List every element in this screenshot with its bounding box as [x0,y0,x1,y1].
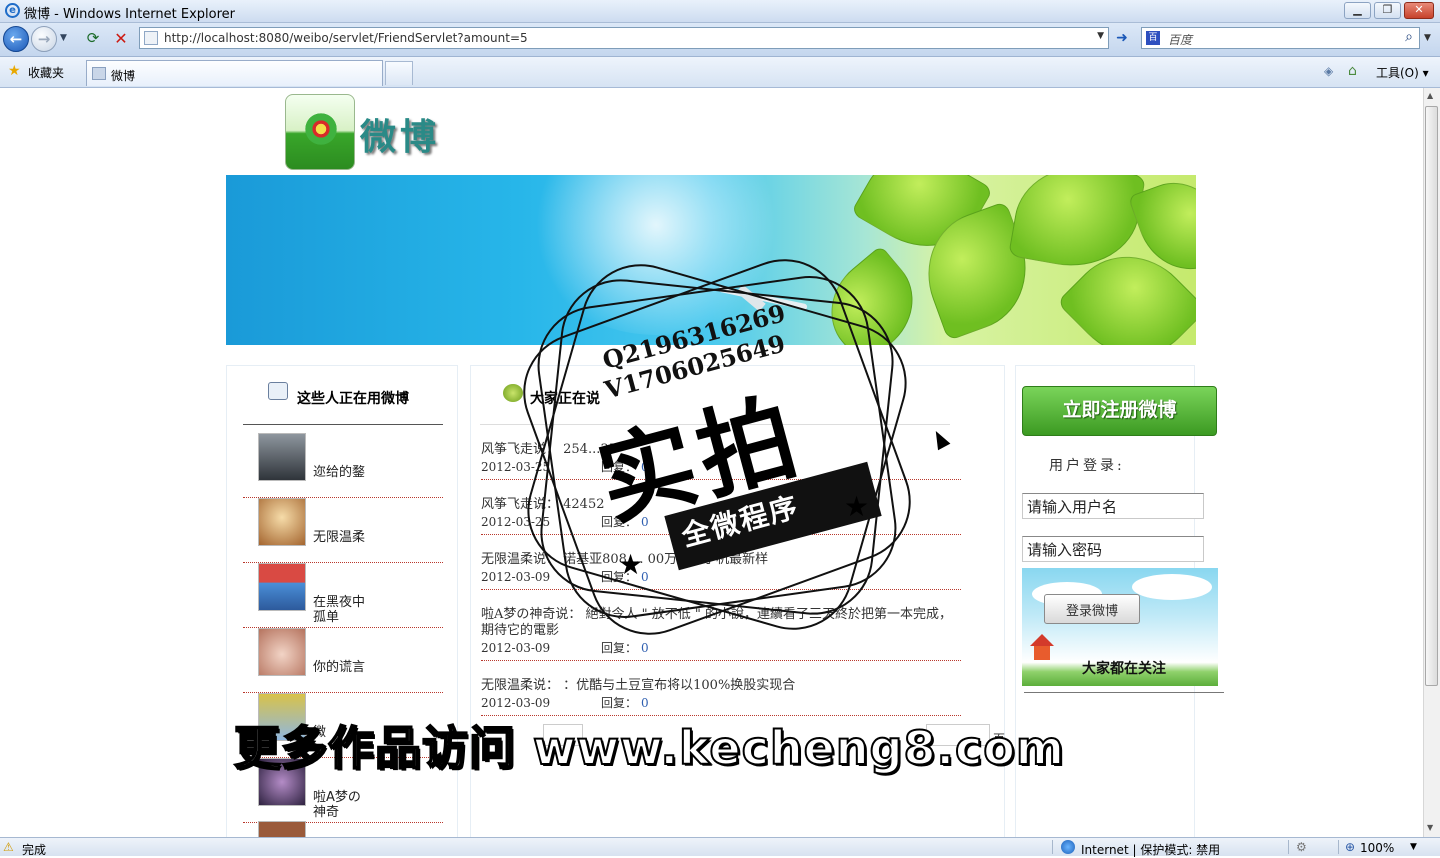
tab-weibo[interactable]: 微博 [86,60,383,86]
users-icon [268,382,288,400]
scroll-thumb[interactable] [1425,106,1438,686]
reply-count[interactable]: 0 [641,696,649,710]
password-field[interactable] [1022,536,1204,562]
flower-icon [301,109,341,149]
favorites-star-icon[interactable]: ★ [8,63,21,79]
search-box[interactable]: 百 百度 ⌕ [1141,27,1420,49]
refresh-icon[interactable]: ⟳ [83,29,103,49]
register-button[interactable]: 立即注册微博 [1022,386,1217,436]
reply-label[interactable]: 回复： [601,696,637,710]
site-logo-text: 微博 [360,116,441,158]
user-name[interactable]: 无限温柔 [313,530,373,545]
username-field[interactable] [1022,493,1204,519]
divider [1024,692,1224,693]
status-bar: ⚠ 完成 Internet | 保护模式: 禁用 ⚙ ⊕ 100% ▼ [0,837,1440,858]
search-options-dropdown-icon[interactable]: ▼ [1424,33,1431,43]
forward-button[interactable]: → [31,26,57,52]
search-placeholder[interactable]: 百度 [1168,31,1192,48]
zoom-icon[interactable]: ⊕ [1345,840,1355,854]
avatar[interactable] [258,563,306,611]
go-arrow-icon[interactable]: ➜ [1113,30,1131,48]
maximize-button[interactable]: ❐ [1374,2,1401,19]
user-list-item[interactable]: 迩给的鍪 [243,433,443,498]
user-name[interactable]: 啦A梦の神奇 [313,790,373,820]
status-separator [1052,840,1053,854]
tab-title: 微博 [111,69,136,83]
house-icon [1030,634,1058,664]
user-name[interactable]: 迩给的鍪 [313,465,373,480]
login-button[interactable]: 登录微博 [1044,594,1140,624]
address-url[interactable]: http://localhost:8080/weibo/servlet/Frie… [164,31,528,45]
post-date: 2012-03-09 [481,696,551,710]
zoom-dropdown-icon[interactable]: ▼ [1410,842,1417,852]
user-name[interactable]: 在黑夜中孤单 [313,595,373,625]
security-zone[interactable]: Internet | 保护模式: 禁用 [1081,841,1220,858]
weibo-logo-icon[interactable] [285,94,355,170]
post-text: 无限温柔说： ：优酷与土豆宣布将以100%换股实现合 [481,678,796,693]
page-menu-icon[interactable]: ⌂ [1348,63,1357,79]
watermark-promo: 更多作品访问 www.kecheng8.com [233,720,1065,776]
user-name[interactable]: 你的谎言 [313,660,373,675]
ie-logo-icon: e [5,3,20,18]
login-heading: 用户登录: [1049,458,1125,474]
close-window-button[interactable]: ✕ [1404,2,1434,19]
tools-menu[interactable]: 工具(O) ▾ [1376,64,1429,81]
internet-zone-icon [1061,840,1075,854]
window-titlebar: e 微博 - Windows Internet Explorer ▁ ❐ ✕ [0,0,1440,23]
stop-icon[interactable]: ✕ [111,29,131,49]
post-item: 无限温柔说： ：优酷与土豆宣布将以100%换股实现合 2012-03-09 回复：… [481,678,961,716]
address-bar[interactable]: http://localhost:8080/weibo/servlet/Frie… [139,27,1109,49]
scroll-up-icon[interactable]: ▲ [1427,91,1433,100]
window-title: 微博 - Windows Internet Explorer [24,7,235,22]
star-icon: ★ [618,548,644,581]
zoom-level[interactable]: 100% [1360,841,1394,855]
user-list-item[interactable]: 在黑夜中孤单 [243,563,443,628]
trending-heading: 大家都在关注 [1082,661,1166,677]
page-favicon-icon [144,31,158,45]
house-wall [1034,646,1050,660]
avatar[interactable] [258,628,306,676]
status-separator [1338,840,1339,854]
baidu-search-provider-icon: 百 [1146,31,1160,45]
feeds-icon[interactable]: ◈ [1324,64,1333,78]
active-users-heading: 这些人正在用微博 [297,391,409,407]
search-icon[interactable]: ⌕ [1405,29,1413,45]
user-list-item[interactable]: 无限温柔 [243,498,443,563]
back-button[interactable]: ← [3,26,29,52]
divider [243,424,443,425]
avatar[interactable] [258,433,306,481]
favorites-button[interactable]: 收藏夹 [28,64,64,81]
history-dropdown-icon[interactable]: ▼ [60,33,67,43]
star-icon: ★ [844,490,870,523]
status-text: 完成 [22,843,47,857]
status-separator [1288,840,1289,854]
address-dropdown-icon[interactable]: ▼ [1097,31,1104,41]
user-list-item[interactable]: 你的谎言 [243,628,443,693]
favorites-tab-bar: ★ 收藏夹 微博 ◈ ⌂ 工具(O) ▾ [0,57,1440,88]
cloud-image [1132,574,1212,600]
avatar[interactable] [258,498,306,546]
security-settings-icon[interactable]: ⚙ [1296,840,1307,854]
minimize-button[interactable]: ▁ [1344,2,1371,19]
scroll-down-icon[interactable]: ▼ [1427,823,1433,832]
vertical-scrollbar[interactable]: ▲ ▼ [1423,88,1440,837]
avatar[interactable] [258,821,306,837]
new-tab-button[interactable] [385,61,413,85]
house-roof [1030,634,1054,646]
warning-icon[interactable]: ⚠ [3,840,14,854]
tab-favicon-icon [92,67,106,80]
